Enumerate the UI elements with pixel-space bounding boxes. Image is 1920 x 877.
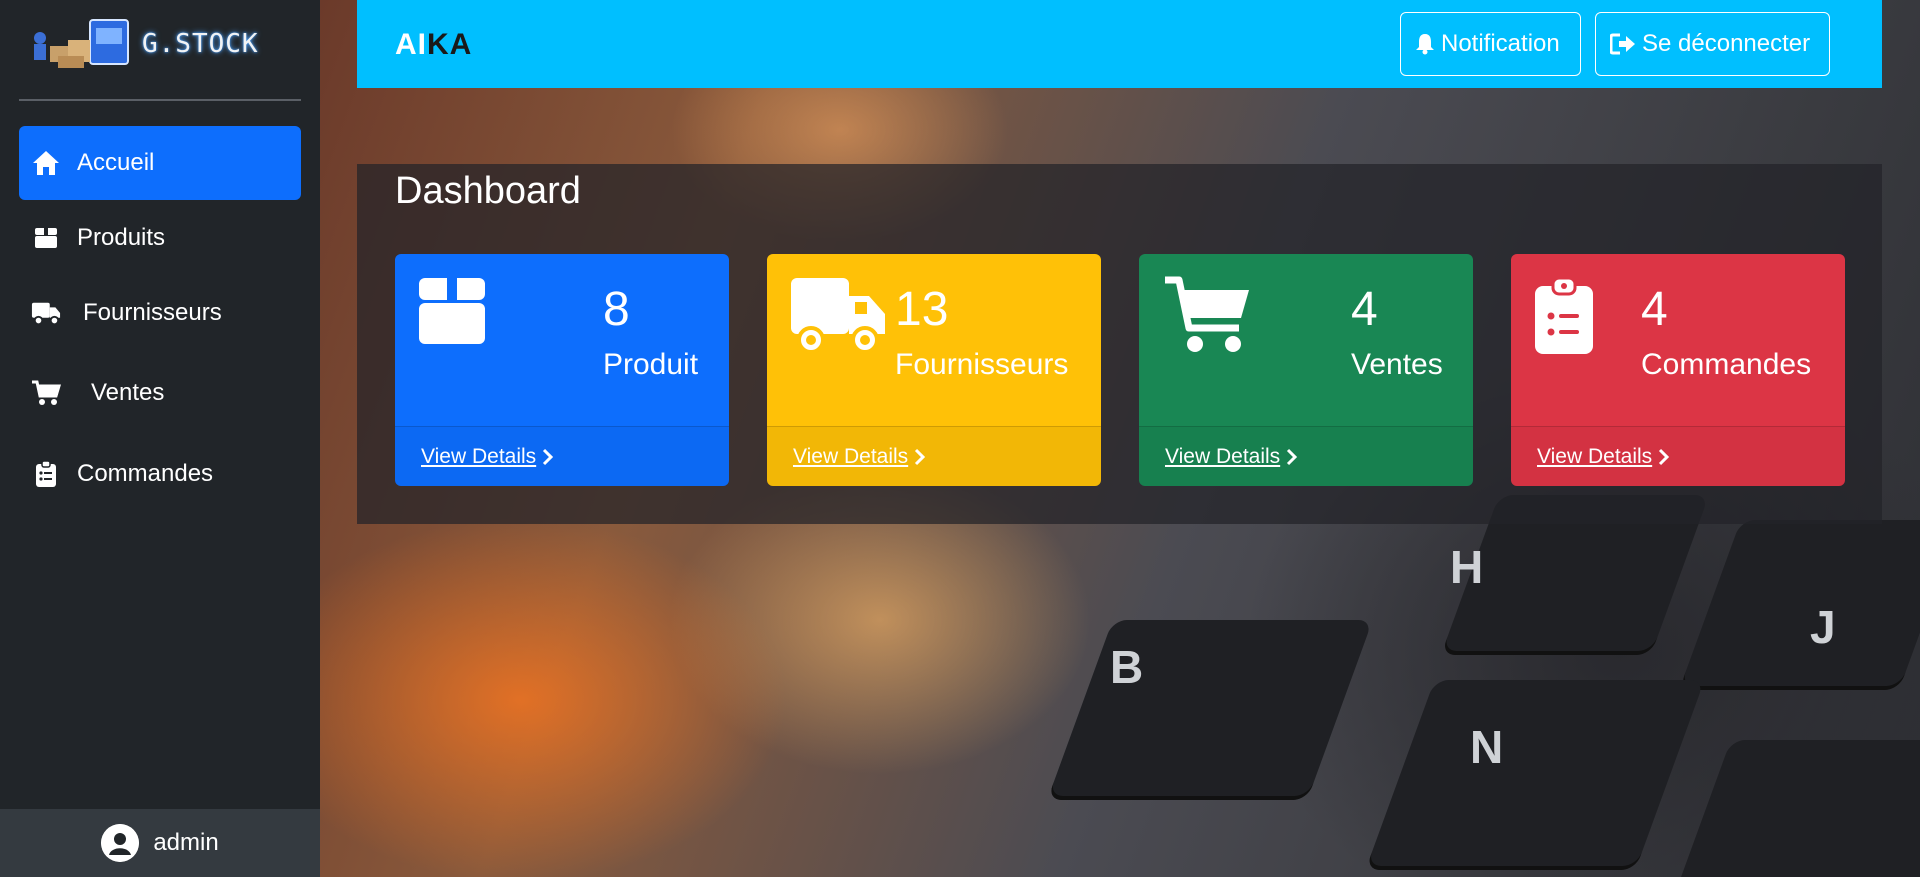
sidebar-item-ventes[interactable]: Ventes	[19, 356, 301, 430]
stat-name: Produit	[603, 348, 699, 381]
key-label: J	[1810, 601, 1836, 653]
notification-button[interactable]: Notification	[1400, 12, 1581, 76]
box-icon	[31, 223, 61, 253]
cart-icon	[1163, 276, 1251, 361]
brand[interactable]: G.STOCK	[28, 14, 298, 74]
brand-name: G.STOCK	[142, 29, 259, 59]
sidebar-item-label: Commandes	[77, 460, 214, 487]
chevron-right-icon	[915, 448, 926, 465]
sidebar-item-label: Produits	[77, 224, 166, 251]
sidebar: G.STOCK Accueil Produits Fournisseurs Ve…	[0, 0, 320, 877]
app-title-part: A	[449, 28, 473, 61]
view-details-label: View Details	[421, 444, 537, 468]
chevron-right-icon	[543, 448, 554, 465]
stat-name: Commandes	[1641, 348, 1812, 381]
chevron-right-icon	[1659, 448, 1670, 465]
sidebar-divider	[19, 99, 301, 101]
sidebar-item-label: Accueil	[77, 149, 155, 176]
stat-card-commandes: 4 Commandes View Details	[1511, 254, 1845, 486]
view-details-label: View Details	[1165, 444, 1281, 468]
stat-card-produit: 8 Produit View Details	[395, 254, 729, 486]
logout-icon	[1610, 33, 1635, 55]
stat-name: Ventes	[1351, 348, 1443, 381]
dashboard-panel: Dashboard 8 Produit View Details 13 Four…	[357, 164, 1882, 524]
user-avatar-icon	[101, 824, 140, 862]
brand-logo-icon	[28, 16, 138, 72]
key-label: N	[1470, 721, 1504, 773]
sidebar-item-fournisseurs[interactable]: Fournisseurs	[19, 276, 301, 350]
stat-count: 13	[895, 283, 949, 336]
keyboard-key	[1365, 680, 1705, 870]
view-details-link[interactable]: View Details	[1139, 426, 1473, 486]
stat-count: 4	[1641, 283, 1668, 336]
truck-icon	[31, 298, 61, 328]
sidebar-item-label: Ventes	[91, 379, 165, 406]
cart-icon	[31, 378, 61, 408]
view-details-link[interactable]: View Details	[395, 426, 729, 486]
stat-card-fournisseurs: 13 Fournisseurs View Details	[767, 254, 1101, 486]
box-icon	[419, 278, 485, 349]
keyboard-key	[1047, 620, 1373, 800]
stat-card-ventes: 4 Ventes View Details	[1139, 254, 1473, 486]
logout-button[interactable]: Se déconnecter	[1595, 12, 1830, 76]
view-details-label: View Details	[1537, 444, 1653, 468]
user-bar[interactable]: admin	[0, 809, 320, 877]
key-label: H	[1450, 541, 1484, 593]
view-details-link[interactable]: View Details	[1511, 426, 1845, 486]
stat-name: Fournisseurs	[895, 348, 1069, 381]
home-icon	[31, 148, 61, 178]
view-details-link[interactable]: View Details	[767, 426, 1101, 486]
clipboard-icon	[31, 459, 61, 489]
app-title-part: AI	[395, 28, 427, 61]
app-title-part: K	[427, 28, 450, 61]
bell-icon	[1416, 34, 1434, 55]
stat-count: 4	[1351, 283, 1378, 336]
sidebar-item-label: Fournisseurs	[83, 299, 222, 326]
chevron-right-icon	[1287, 448, 1298, 465]
keyboard-key	[1679, 520, 1920, 690]
keyboard-key	[1669, 740, 1920, 877]
page-title: Dashboard	[395, 170, 581, 212]
notification-label: Notification	[1441, 30, 1560, 57]
app-title: AIKA	[395, 28, 472, 62]
clipboard-icon	[1535, 276, 1593, 359]
user-name: admin	[153, 829, 219, 856]
logout-label: Se déconnecter	[1642, 30, 1811, 57]
key-label: B	[1110, 641, 1144, 693]
sidebar-item-produits[interactable]: Produits	[19, 201, 301, 275]
truck-icon	[791, 278, 887, 361]
stat-count: 8	[603, 283, 630, 336]
sidebar-item-accueil[interactable]: Accueil	[19, 126, 301, 200]
top-bar: AIKA Notification Se déconnecter	[357, 0, 1882, 88]
sidebar-item-commandes[interactable]: Commandes	[19, 437, 301, 511]
view-details-label: View Details	[793, 444, 909, 468]
